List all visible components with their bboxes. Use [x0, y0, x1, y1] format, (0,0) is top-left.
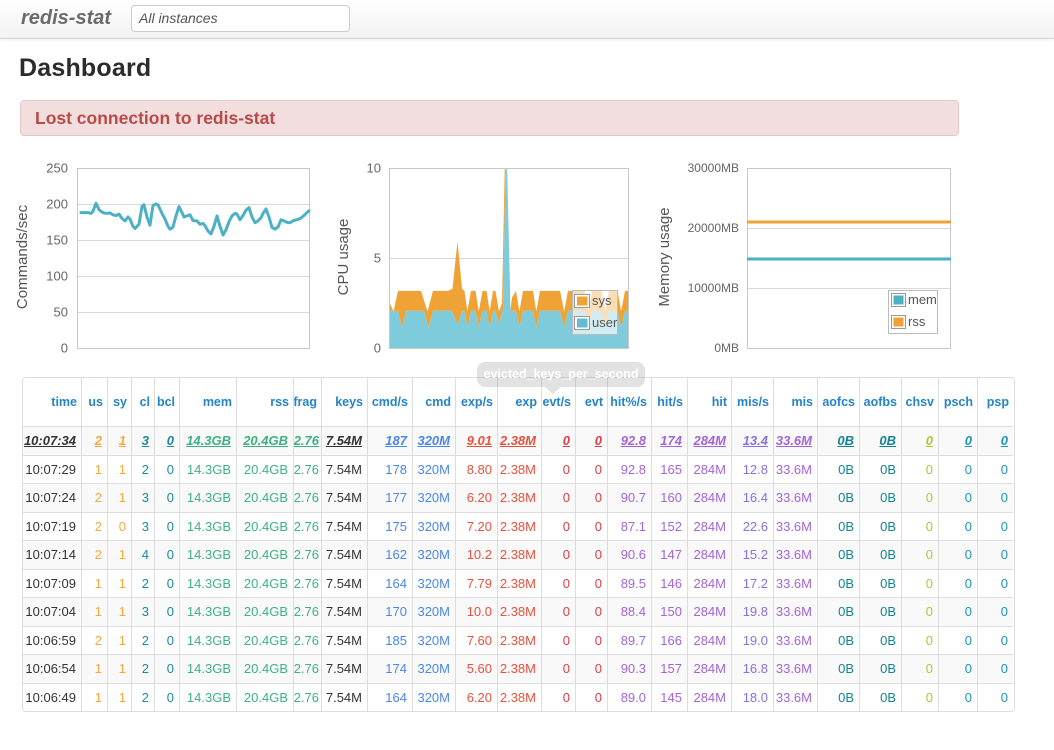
svg-text:5: 5 — [374, 251, 381, 266]
svg-text:Memory usage: Memory usage — [656, 207, 673, 306]
svg-text:0: 0 — [61, 341, 68, 356]
svg-text:0: 0 — [374, 341, 381, 356]
svg-text:10: 10 — [367, 161, 381, 176]
svg-text:150: 150 — [46, 233, 68, 248]
svg-text:user: user — [592, 315, 618, 330]
svg-text:Commands/sec: Commands/sec — [14, 204, 31, 309]
svg-text:30000MB: 30000MB — [688, 161, 739, 175]
svg-text:rss: rss — [908, 314, 926, 329]
svg-text:0MB: 0MB — [714, 341, 739, 355]
svg-text:10000MB: 10000MB — [688, 281, 739, 295]
svg-text:50: 50 — [54, 305, 68, 320]
svg-text:100: 100 — [46, 269, 68, 284]
svg-text:sys: sys — [592, 293, 612, 308]
svg-text:CPU usage: CPU usage — [335, 219, 352, 296]
svg-text:20000MB: 20000MB — [688, 221, 739, 235]
svg-text:mem: mem — [908, 292, 937, 307]
svg-text:200: 200 — [46, 197, 68, 212]
svg-text:250: 250 — [46, 161, 68, 176]
